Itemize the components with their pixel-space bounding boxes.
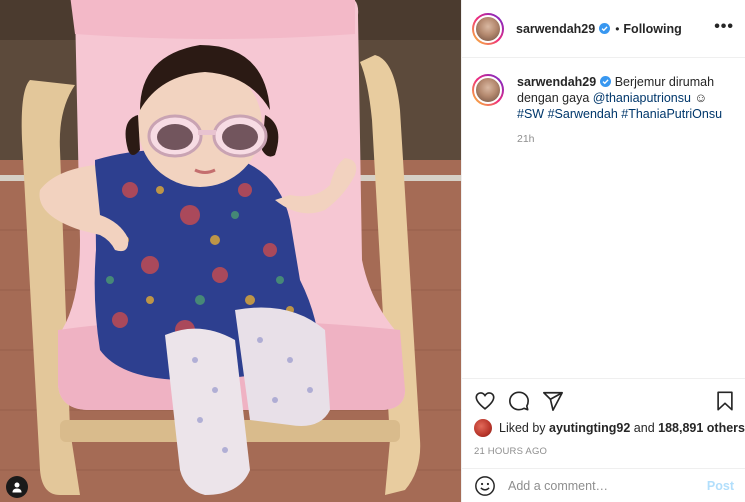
comment-input[interactable] (508, 478, 707, 493)
post-header: sarwendah29 • Following ••• (462, 0, 745, 58)
post-comment-button[interactable]: Post (707, 479, 734, 493)
heart-icon[interactable] (474, 390, 496, 412)
likes-prefix: Liked by (499, 421, 546, 435)
following-button[interactable]: Following (623, 22, 681, 36)
post-timestamp[interactable]: 21 HOURS AGO (474, 446, 547, 457)
comment-icon[interactable] (508, 390, 530, 412)
photo-illustration (0, 0, 461, 502)
caption-comment: sarwendah29 Berjemur dirumah dengan gaya… (472, 74, 734, 147)
user-tag-icon (12, 482, 22, 493)
post-detail-panel: sarwendah29 • Following ••• sarwendah29 … (461, 0, 745, 502)
verified-badge-icon (600, 76, 612, 87)
hashtag-link[interactable]: #SW (517, 107, 544, 121)
emoji-icon[interactable] (474, 475, 496, 497)
likes-count-link[interactable]: 188,891 others (658, 421, 745, 435)
action-bar (462, 378, 745, 422)
hashtag-link[interactable]: #ThaniaPutriOnsu (621, 107, 722, 121)
caption-mention[interactable]: @thaniaputrionsu (593, 91, 691, 105)
author-avatar[interactable] (472, 12, 504, 45)
verified-badge-icon (599, 23, 611, 34)
hashtag-link[interactable]: #Sarwendah (548, 107, 618, 121)
caption-author-avatar[interactable] (472, 74, 504, 106)
liker-username[interactable]: ayutingting92 (549, 421, 630, 435)
likes-connector: and (633, 421, 655, 435)
caption-timestamp[interactable]: 21h (517, 131, 734, 147)
bookmark-icon[interactable] (714, 390, 736, 412)
caption-emoji: ☺ (694, 91, 708, 105)
add-comment-bar: Post (462, 468, 745, 502)
header-separator: • (615, 21, 620, 36)
liker-avatar[interactable] (474, 419, 492, 437)
tagged-users-button[interactable] (6, 476, 28, 498)
likes-summary: Liked by ayutingting92 and 188,891 other… (474, 419, 745, 437)
post-photo[interactable] (0, 0, 461, 502)
author-username[interactable]: sarwendah29 (516, 22, 595, 36)
caption-author[interactable]: sarwendah29 (517, 75, 596, 89)
more-options-icon[interactable]: ••• (714, 19, 734, 35)
share-icon[interactable] (542, 390, 564, 412)
